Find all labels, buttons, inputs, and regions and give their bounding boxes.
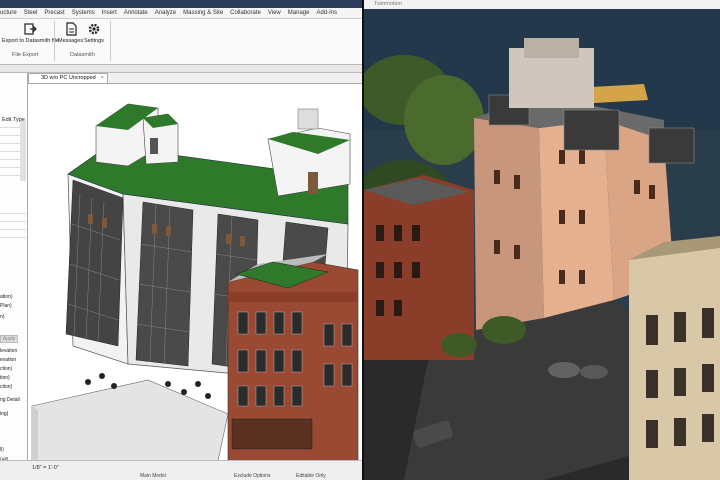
browser-item[interactable]: ing) [0, 411, 8, 417]
divider [0, 229, 26, 230]
tab-collaborate[interactable]: Collaborate [230, 10, 261, 16]
tab-add-ins[interactable]: Add-Ins [316, 10, 337, 16]
view-scale[interactable]: 1/8" = 1'-0" [32, 465, 59, 471]
divider [0, 221, 26, 222]
apply-button[interactable]: Apply [0, 335, 18, 343]
gear-icon [88, 23, 100, 35]
exclude-options-toggle[interactable]: Exclude Options [234, 473, 270, 479]
panel-separator [54, 21, 55, 61]
export-label: Export to Datasmith file [2, 38, 59, 44]
building-model-drawing [31, 103, 359, 460]
view-tab-3d[interactable]: 3D w/o PC Uncropped × [28, 73, 108, 83]
browser-item[interactable]: Plan) [0, 303, 12, 309]
browser-item[interactable]: ng Detail [0, 397, 20, 403]
messages-button[interactable]: Messages [58, 22, 83, 44]
ribbon-bottom-bar [0, 65, 362, 73]
main-model-selector[interactable]: Main Model [140, 473, 166, 479]
revit-title-bar [0, 0, 362, 8]
browser-item[interactable]: n) [0, 314, 4, 320]
browser-item[interactable]: ll) [0, 447, 4, 453]
revit-3d-viewport[interactable] [28, 83, 362, 460]
datasmith-panel-label: Datasmith [70, 52, 95, 58]
settings-button[interactable]: Settings [84, 22, 104, 44]
tab-annotate[interactable]: Annotate [124, 10, 148, 16]
tab-view[interactable]: View [268, 10, 281, 16]
browser-item[interactable]: ction) [0, 366, 12, 372]
twinmotion-title: Twinmotion [374, 1, 402, 7]
browser-item[interactable]: evation [0, 357, 16, 363]
properties-scrollbar[interactable] [20, 121, 26, 181]
messages-label: Messages [58, 38, 84, 44]
export-icon [24, 23, 38, 35]
properties-palette: Edit Type Apply ation) Plan) n) levation… [0, 73, 28, 471]
file-export-panel-label: File Export [12, 52, 39, 58]
twinmotion-title-bar: Twinmotion [364, 0, 720, 9]
tab-precast[interactable]: Precast [44, 10, 64, 16]
settings-label: Settings [84, 38, 104, 44]
editable-only-toggle[interactable]: Editable Only [296, 473, 326, 479]
tab-analyze[interactable]: Analyze [155, 10, 176, 16]
tab-steel[interactable]: Steel [24, 10, 38, 16]
revit-window: ucture Steel Precast Systems Insert Anno… [0, 0, 362, 480]
divider [0, 213, 26, 214]
status-bar: 1/8" = 1'-0" Main Model Exclude Options … [0, 460, 362, 480]
twinmotion-viewport[interactable]: Twinmotion [364, 0, 720, 480]
tab-structure[interactable]: ucture [0, 10, 17, 16]
browser-item[interactable]: tion) [0, 375, 10, 381]
tab-insert[interactable]: Insert [102, 10, 117, 16]
browser-item[interactable]: ction) [0, 384, 12, 390]
view-tab-label: 3D w/o PC Uncropped [41, 75, 96, 81]
rendered-scene [364, 0, 720, 480]
tab-systems[interactable]: Systems [72, 10, 95, 16]
messages-icon [65, 22, 77, 36]
panel-separator [110, 21, 111, 61]
tab-manage[interactable]: Manage [288, 10, 310, 16]
export-datasmith-button[interactable]: Export to Datasmith file [2, 22, 59, 44]
divider [0, 237, 26, 238]
ribbon-panel: Export to Datasmith file Messages Settin… [0, 19, 362, 65]
close-icon[interactable]: × [101, 74, 104, 83]
browser-item[interactable]: ation) [0, 294, 13, 300]
ribbon-tabs: ucture Steel Precast Systems Insert Anno… [0, 8, 362, 19]
browser-item[interactable]: levation [0, 348, 17, 354]
tab-massing-site[interactable]: Massing & Site [183, 10, 223, 16]
